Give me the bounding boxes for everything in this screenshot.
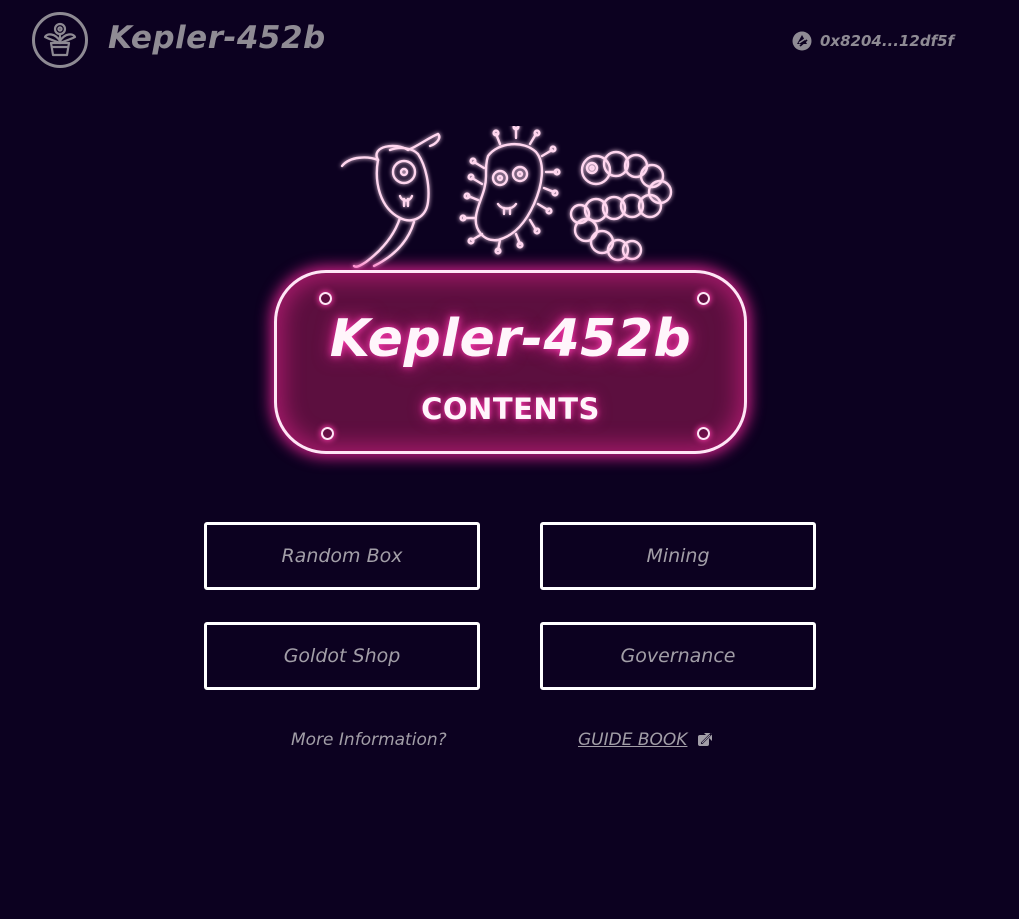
governance-button[interactable]: Governance xyxy=(540,622,816,690)
sign-title: Kepler-452b xyxy=(329,309,692,369)
random-box-button[interactable]: Random Box xyxy=(204,522,480,590)
sign-bolt xyxy=(319,292,332,305)
top-bar: Kepler-452b 0x8204...12df5f xyxy=(0,0,1019,86)
external-link-icon xyxy=(698,732,713,746)
sign-bolt xyxy=(321,427,334,440)
more-information-text: More Information? xyxy=(291,730,447,750)
wallet-address: 0x8204...12df5f xyxy=(820,32,955,50)
guide-book-label: GUIDE BOOK xyxy=(578,730,688,750)
neon-microbes-icon xyxy=(330,123,690,276)
sign-bolt xyxy=(697,427,710,440)
goldot-shop-button[interactable]: Goldot Shop xyxy=(204,622,480,690)
wallet-button[interactable]: 0x8204...12df5f xyxy=(792,28,954,54)
sign-bolt xyxy=(697,292,710,305)
guide-book-link[interactable]: GUIDE BOOK xyxy=(578,729,713,751)
plant-pot-icon[interactable] xyxy=(32,12,88,68)
app-title[interactable]: Kepler-452b xyxy=(108,18,326,58)
wallet-network-icon xyxy=(792,31,812,51)
mining-button[interactable]: Mining xyxy=(540,522,816,590)
sign-subtitle: CONTENTS xyxy=(421,392,600,426)
contents-sign: Kepler-452b CONTENTS xyxy=(274,270,747,454)
